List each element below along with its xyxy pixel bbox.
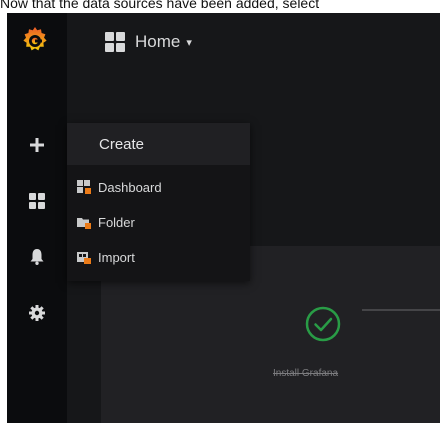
plus-icon[interactable] (27, 135, 47, 155)
dashboard-icon (77, 180, 91, 194)
menu-item-import[interactable]: Import (77, 246, 135, 268)
menu-item-label: Folder (98, 214, 135, 230)
sidebar (7, 13, 67, 423)
dashboard-title: Home (135, 32, 181, 51)
create-menu-title: Create (99, 135, 145, 153)
menu-item-dashboard[interactable]: Dashboard (77, 176, 162, 198)
caret-down-icon: ▾ (186, 36, 192, 49)
create-menu-header[interactable]: Create (67, 123, 250, 165)
menu-item-label: Dashboard (98, 179, 162, 195)
step-install-grafana[interactable]: Install Grafana (273, 368, 338, 379)
grafana-app: Home ▾ Install Grafana Create Dashboard … (7, 13, 440, 423)
page-caption: Now that the data sources have been adde… (0, 0, 320, 11)
dashboards-grid-icon (105, 32, 125, 52)
dashboards-grid-icon[interactable] (27, 191, 47, 211)
grafana-logo-icon[interactable] (20, 25, 50, 55)
menu-item-folder[interactable]: Folder (77, 211, 135, 233)
dashboard-picker-button[interactable]: Home ▾ (105, 27, 192, 57)
progress-line (362, 309, 440, 311)
menu-item-label: Import (98, 249, 135, 265)
gear-icon[interactable] (27, 303, 47, 323)
create-menu: Create Dashboard Folder Import (67, 123, 250, 281)
bell-icon[interactable] (27, 247, 47, 267)
folder-icon (77, 218, 91, 229)
top-navbar: Home ▾ (67, 13, 440, 73)
import-icon (77, 252, 91, 264)
check-circle-icon (305, 306, 341, 342)
